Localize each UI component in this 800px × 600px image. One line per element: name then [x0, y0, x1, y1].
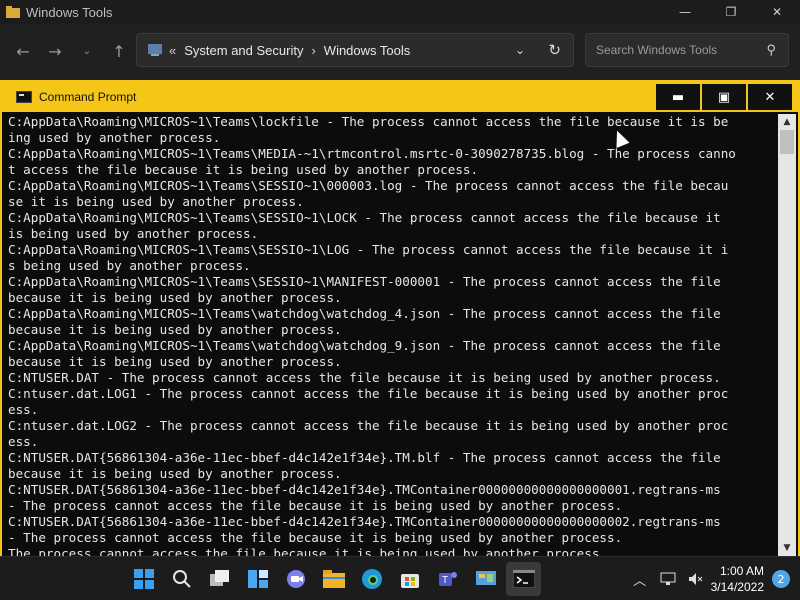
scroll-down-arrow-icon[interactable]: ▼	[778, 540, 796, 556]
show-hidden-icons-chevron-icon[interactable]: ︿	[627, 566, 653, 592]
close-icon[interactable]: ✕	[754, 0, 800, 24]
console-line: C:NTUSER.DAT - The process cannot access…	[8, 370, 721, 385]
console-line: C:NTUSER.DAT{56861304-a36e-11ec-bbef-d4c…	[8, 482, 721, 497]
edge-browser-icon[interactable]	[354, 562, 389, 596]
scroll-thumb[interactable]	[780, 130, 794, 154]
console-line: C:AppData\Roaming\MICROS~1\Teams\watchdo…	[8, 306, 721, 321]
console-line: C:ntuser.dat.LOG1 - The process cannot a…	[8, 386, 729, 401]
breadcrumb-chevron-icon: ›	[311, 42, 316, 58]
console-line: ess.	[8, 434, 39, 449]
taskbar: T ︿ 1:00 AM 3/14/2022 2	[0, 556, 800, 600]
console-line: C:AppData\Roaming\MICROS~1\Teams\watchdo…	[8, 338, 721, 353]
minimize-icon[interactable]: —	[662, 0, 708, 24]
cmd-titlebar[interactable]: Command Prompt ▬ ▣ ✕	[2, 82, 798, 112]
cmd-title: Command Prompt	[39, 90, 137, 104]
explorer-titlebar: Windows Tools — ❐ ✕	[0, 0, 800, 24]
console-line: because it is being used by another proc…	[8, 290, 342, 305]
console-line: The process cannot access the file becau…	[8, 546, 607, 556]
search-placeholder: Search Windows Tools	[596, 43, 718, 57]
breadcrumb-system-and-security[interactable]: System and Security	[184, 43, 303, 58]
command-prompt-window: Command Prompt ▬ ▣ ✕ C:AppData\Roaming\M…	[0, 80, 800, 558]
control-panel-icon[interactable]	[468, 562, 503, 596]
console-line: is being used by another process.	[8, 226, 259, 241]
back-arrow-icon[interactable]: ←	[10, 38, 36, 64]
teams-icon[interactable]: T	[430, 562, 465, 596]
console-line: C:AppData\Roaming\MICROS~1\Teams\SESSIO~…	[8, 210, 721, 225]
clock[interactable]: 1:00 AM 3/14/2022	[711, 563, 764, 595]
teams-chat-icon[interactable]	[278, 562, 313, 596]
widgets-icon[interactable]	[240, 562, 275, 596]
console-line: C:NTUSER.DAT{56861304-a36e-11ec-bbef-d4c…	[8, 450, 721, 465]
console-line: C:AppData\Roaming\MICROS~1\Teams\SESSIO~…	[8, 242, 729, 257]
address-dropdown-icon[interactable]: ⌄	[515, 43, 525, 57]
recent-locations-chevron-icon[interactable]: ⌄	[74, 38, 100, 64]
notification-badge[interactable]: 2	[772, 570, 790, 588]
up-arrow-icon[interactable]: ↑	[106, 38, 132, 64]
console-line: t access the file because it is being us…	[8, 162, 479, 177]
control-panel-icon	[148, 44, 162, 56]
console-line: se it is being used by another process.	[8, 194, 304, 209]
console-line: s being used by another process.	[8, 258, 251, 273]
task-view-icon[interactable]	[202, 562, 237, 596]
close-icon[interactable]: ✕	[748, 84, 792, 110]
maximize-icon[interactable]: ▣	[702, 84, 746, 110]
minimize-icon[interactable]: ▬	[656, 84, 700, 110]
console-line: because it is being used by another proc…	[8, 322, 342, 337]
console-line: because it is being used by another proc…	[8, 354, 342, 369]
folder-icon	[6, 6, 20, 18]
clock-date: 3/14/2022	[710, 580, 764, 594]
console-line: C:AppData\Roaming\MICROS~1\Teams\SESSIO~…	[8, 178, 729, 193]
console-line: ess.	[8, 402, 39, 417]
console-line: ing used by another process.	[8, 130, 221, 145]
search-icon[interactable]	[164, 562, 199, 596]
command-prompt-taskbar-icon[interactable]	[506, 562, 541, 596]
console-line: C:AppData\Roaming\MICROS~1\Teams\SESSIO~…	[8, 274, 721, 289]
search-input[interactable]: Search Windows Tools ⚲	[585, 33, 789, 67]
volume-muted-icon[interactable]	[683, 566, 709, 592]
console-line: C:NTUSER.DAT{56861304-a36e-11ec-bbef-d4c…	[8, 514, 721, 529]
console-scrollbar[interactable]: ▲ ▼	[778, 114, 796, 556]
scroll-up-arrow-icon[interactable]: ▲	[778, 114, 796, 130]
breadcrumb-overflow-icon[interactable]: «	[169, 43, 176, 58]
console-output[interactable]: C:AppData\Roaming\MICROS~1\Teams\lockfil…	[8, 114, 772, 556]
refresh-icon[interactable]: ↻	[548, 41, 561, 59]
search-icon: ⚲	[766, 42, 776, 57]
console-line: - The process cannot access the file bec…	[8, 530, 623, 545]
console-line: because it is being used by another proc…	[8, 466, 342, 481]
restore-icon[interactable]: ❐	[708, 0, 754, 24]
start-windows-icon[interactable]	[126, 562, 161, 596]
console-line: C:AppData\Roaming\MICROS~1\Teams\lockfil…	[8, 114, 729, 129]
console-line: C:AppData\Roaming\MICROS~1\Teams\MEDIA-~…	[8, 146, 736, 161]
forward-arrow-icon[interactable]: →	[42, 38, 68, 64]
console-line: C:ntuser.dat.LOG2 - The process cannot a…	[8, 418, 729, 433]
network-icon[interactable]	[655, 566, 681, 592]
console-icon	[16, 91, 32, 103]
console-line: - The process cannot access the file bec…	[8, 498, 623, 513]
address-bar[interactable]: « System and Security › Windows Tools ⌄ …	[136, 33, 574, 67]
microsoft-store-icon[interactable]	[392, 562, 427, 596]
svg-text:T: T	[442, 575, 448, 586]
explorer-title: Windows Tools	[26, 4, 113, 20]
file-explorer-icon[interactable]	[316, 562, 351, 596]
clock-time: 1:00 AM	[719, 564, 764, 578]
breadcrumb-windows-tools[interactable]: Windows Tools	[324, 43, 410, 58]
